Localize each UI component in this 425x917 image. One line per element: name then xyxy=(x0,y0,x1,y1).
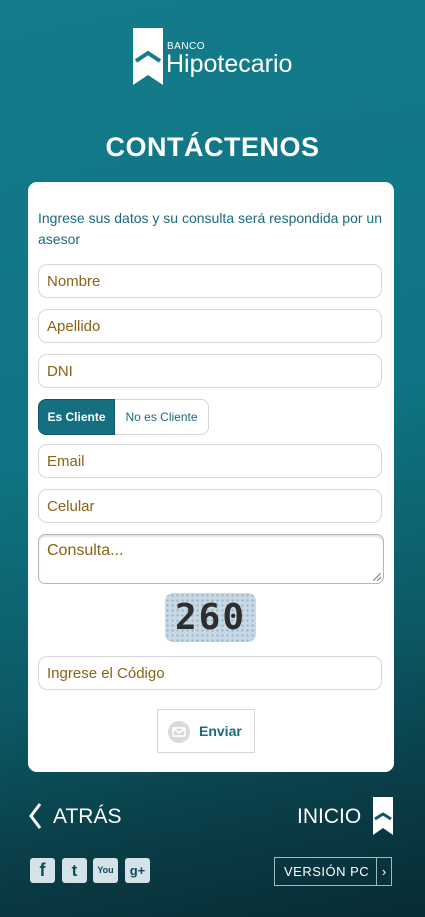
home-label: INICIO xyxy=(297,805,362,828)
dni-input[interactable]: DNI xyxy=(38,354,382,388)
email-input[interactable]: Email xyxy=(38,444,382,478)
googleplus-icon[interactable]: g+ xyxy=(125,858,150,883)
facebook-icon[interactable]: f xyxy=(30,858,55,883)
name-input[interactable]: Nombre xyxy=(38,264,382,298)
send-label: Enviar xyxy=(199,723,242,739)
query-placeholder: Consulta... xyxy=(47,542,124,559)
logo-big-text: Hipotecario xyxy=(166,50,293,78)
envelope-icon xyxy=(168,721,190,743)
twitter-icon[interactable]: t xyxy=(62,858,87,883)
captcha-code-input[interactable]: Ingrese el Código xyxy=(38,656,382,690)
chevron-left-icon xyxy=(29,803,42,829)
pc-version-label: VERSIÓN PC xyxy=(284,864,370,879)
resize-grip-icon[interactable] xyxy=(373,573,381,581)
surname-input[interactable]: Apellido xyxy=(38,309,382,343)
contact-form-card: Ingrese sus datos y su consulta será res… xyxy=(28,182,394,772)
send-button[interactable]: Enviar xyxy=(157,709,255,753)
query-textarea[interactable]: Consulta... xyxy=(38,534,384,584)
back-label: ATRÁS xyxy=(53,805,122,828)
form-intro-text: Ingrese sus datos y su consulta será res… xyxy=(38,210,382,247)
page-title: CONTÁCTENOS xyxy=(105,132,320,162)
toggle-es-cliente[interactable]: Es Cliente xyxy=(38,399,115,435)
client-toggle: Es Cliente No es Cliente xyxy=(38,399,209,435)
home-link[interactable]: INICIO xyxy=(297,797,397,837)
chevron-right-icon: › xyxy=(376,858,391,885)
pc-version-button[interactable]: VERSIÓN PC › xyxy=(274,857,392,886)
phone-input[interactable]: Celular xyxy=(38,489,382,523)
bank-logo-icon xyxy=(133,28,163,85)
bank-logo-icon xyxy=(373,797,393,835)
youtube-icon[interactable]: You xyxy=(93,858,118,883)
toggle-no-es-cliente[interactable]: No es Cliente xyxy=(115,399,209,435)
captcha-image: 260 xyxy=(165,593,256,642)
bank-logo: BANCO Hipotecario xyxy=(133,28,293,88)
